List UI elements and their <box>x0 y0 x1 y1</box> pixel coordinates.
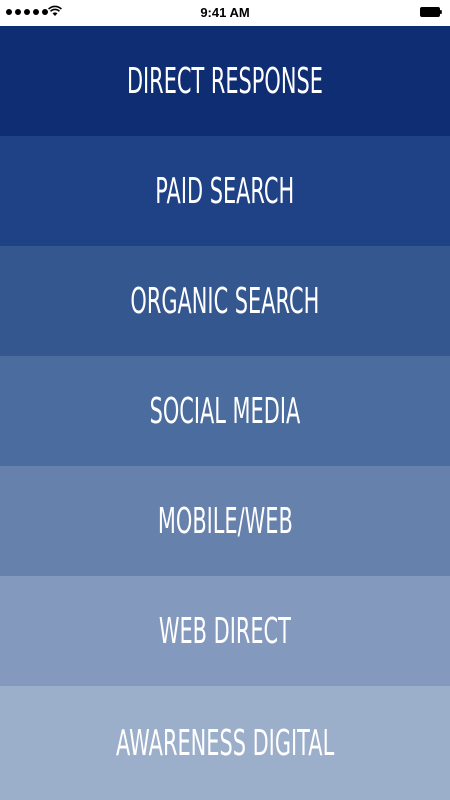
menu-item-organic-search[interactable]: ORGANIC SEARCH <box>0 246 450 356</box>
menu-item-label: AWARENESS DIGITAL <box>115 722 335 764</box>
menu-item-label: DIRECT RESPONSE <box>127 60 323 102</box>
menu-item-direct-response[interactable]: DIRECT RESPONSE <box>0 26 450 136</box>
menu-item-social-media[interactable]: SOCIAL MEDIA <box>0 356 450 466</box>
status-time: 9:41 AM <box>200 5 250 20</box>
menu-item-web-direct[interactable]: WEB DIRECT <box>0 576 450 686</box>
menu-item-awareness-digital[interactable]: AWARENESS DIGITAL <box>0 686 450 800</box>
menu-item-paid-search[interactable]: PAID SEARCH <box>0 136 450 246</box>
menu-item-label: MOBILE/WEB <box>157 500 293 542</box>
menu-item-label: ORGANIC SEARCH <box>130 280 320 322</box>
menu-item-label: SOCIAL MEDIA <box>149 390 301 432</box>
menu-item-label: WEB DIRECT <box>158 610 292 652</box>
channel-menu: DIRECT RESPONSE PAID SEARCH ORGANIC SEAR… <box>0 26 450 800</box>
menu-item-mobile-web[interactable]: MOBILE/WEB <box>0 466 450 576</box>
status-bar: 9:41 AM <box>0 0 450 26</box>
battery-icon <box>420 7 442 17</box>
phone-screen: 9:41 AM DIRECT RESPONSE PAID SEARCH ORGA… <box>0 0 450 800</box>
menu-item-label: PAID SEARCH <box>155 170 295 212</box>
